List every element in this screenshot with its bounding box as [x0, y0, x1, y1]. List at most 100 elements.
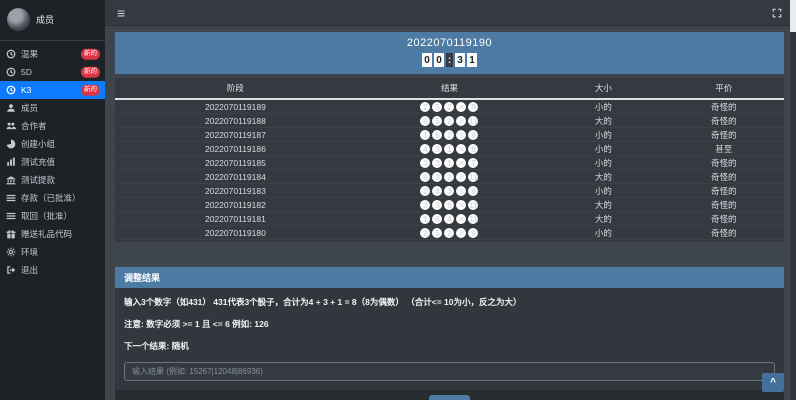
die: 3 — [420, 157, 431, 168]
parity-cell: 奇怪的 — [710, 171, 737, 182]
die: 4 — [432, 185, 443, 196]
sidebar-item-4[interactable]: 合作者 — [0, 117, 105, 135]
sidebar-item-10[interactable]: 赠送礼品代码 — [0, 225, 105, 243]
scroll-top-button[interactable]: ^ — [762, 373, 784, 392]
countdown-timer: 00:31 — [115, 53, 784, 67]
pie-icon — [6, 139, 16, 149]
user-name: 成员 — [36, 15, 55, 25]
panel-body: 输入3个数字（如431） 431代表3个骰子，合计为4 + 3 + 1 = 8（… — [115, 288, 784, 390]
sidebar-item-0[interactable]: 温果 新的 — [0, 45, 105, 63]
parity-cell: 奇怪的 — [710, 157, 737, 168]
result-dice: 6 3 2 = 11 — [356, 171, 543, 182]
sum-die: 11 — [468, 199, 479, 210]
die: 6 — [420, 171, 431, 182]
period-cell: 2022070119183 — [205, 185, 266, 196]
sum-die: 9 — [468, 227, 479, 238]
die: 5 — [432, 101, 443, 112]
avatar[interactable] — [7, 8, 30, 31]
sidebar-item-label: 合作者 — [21, 121, 47, 131]
parity-cell: 奇怪的 — [710, 129, 737, 140]
sidebar-item-label: 退出 — [21, 265, 39, 275]
clock-icon — [6, 49, 16, 59]
sum-die: 11 — [468, 171, 479, 182]
die: 3 — [432, 143, 443, 154]
sidebar-item-label: 测试提款 — [21, 175, 56, 185]
bank-icon — [6, 175, 16, 185]
sum-die: 9 — [468, 185, 479, 196]
menu-toggle-icon[interactable]: ≡ — [117, 6, 125, 20]
table-row: 2022070119186 4 3 1 = 8 小的 甚至 — [115, 142, 784, 156]
sidebar-item-6[interactable]: 测试充值 — [0, 153, 105, 171]
size-cell: 小的 — [594, 157, 612, 168]
table-row: 2022070119181 1 6 4 = 11 大的 奇怪的 — [115, 212, 784, 226]
sidebar-item-label: 环境 — [21, 247, 39, 257]
die: 1 — [444, 157, 455, 168]
die: 3 — [432, 199, 443, 210]
sidebar-item-11[interactable]: 环境 — [0, 243, 105, 261]
sidebar-item-1[interactable]: 5D 新的 — [0, 63, 105, 81]
die: 4 — [444, 213, 455, 224]
equals-die: = — [456, 213, 467, 224]
period-banner: 2022070119190 00:31 — [115, 32, 784, 74]
sidebar-item-12[interactable]: 退出 — [0, 261, 105, 279]
die: 2 — [420, 227, 431, 238]
sidebar-item-5[interactable]: 创建小组 — [0, 135, 105, 153]
user-panel: 成员 — [0, 0, 105, 41]
sidebar-item-label: 测试充值 — [21, 157, 56, 167]
die: 2 — [444, 129, 455, 140]
scrollbar-thumb[interactable] — [790, 0, 796, 32]
size-cell: 小的 — [594, 129, 612, 140]
instruction-line-1: 输入3个数字（如431） 431代表3个骰子，合计为4 + 3 + 1 = 8（… — [124, 297, 522, 307]
next-result-line: 下一个结果: 随机 — [124, 341, 189, 351]
die: 2 — [444, 115, 455, 126]
sidebar-item-9[interactable]: 取回（批准） — [0, 207, 105, 225]
top-navbar: ≡ — [105, 0, 796, 26]
equals-die: = — [456, 199, 467, 210]
parity-cell: 奇怪的 — [710, 227, 737, 238]
size-cell: 小的 — [594, 143, 612, 154]
user-icon — [6, 103, 16, 113]
result-input[interactable] — [124, 362, 775, 381]
sidebar-item-label: 温果 — [21, 49, 39, 59]
save-button[interactable]: 保存 — [428, 395, 470, 400]
period-cell: 2022070119189 — [205, 101, 266, 112]
column-header: 平价 — [715, 83, 733, 93]
sum-die: 11 — [468, 213, 479, 224]
sidebar-item-label: 5D — [21, 67, 32, 77]
fullscreen-icon[interactable] — [772, 8, 782, 18]
result-dice: 2 5 2 = 9 — [356, 227, 543, 238]
size-cell: 大的 — [594, 171, 612, 182]
countdown-colon: : — [446, 53, 453, 67]
table-row: 2022070119180 2 5 2 = 9 小的 奇怪的 — [115, 226, 784, 240]
equals-die: = — [456, 157, 467, 168]
size-cell: 小的 — [594, 185, 612, 196]
panel-footer: 保存 — [115, 390, 784, 400]
table-row: 2022070119185 3 3 1 = 7 小的 奇怪的 — [115, 156, 784, 170]
gift-icon — [6, 229, 16, 239]
parity-cell: 奇怪的 — [710, 185, 737, 196]
sidebar-item-3[interactable]: 成员 — [0, 99, 105, 117]
die: 1 — [420, 129, 431, 140]
equals-die: = — [456, 101, 467, 112]
sidebar: 成员 温果 新的 5D 新的 K3 新的 成员 合作者 创建小组 测试充值 测试提款 存款（已批准）取… — [0, 0, 105, 400]
countdown-digit: 0 — [434, 53, 444, 67]
chart-icon — [6, 157, 16, 167]
die: 5 — [444, 199, 455, 210]
table-header-row: 阶段 结果 大小 平价 — [115, 78, 784, 100]
die: 6 — [432, 213, 443, 224]
countdown-digit: 0 — [422, 53, 432, 67]
column-header: 结果 — [440, 83, 458, 93]
die: 5 — [432, 115, 443, 126]
die: 3 — [420, 199, 431, 210]
sum-die: 8 — [468, 143, 479, 154]
equals-die: = — [456, 227, 467, 238]
sidebar-item-8[interactable]: 存款（已批准） — [0, 189, 105, 207]
sidebar-item-7[interactable]: 测试提款 — [0, 171, 105, 189]
list-icon — [6, 193, 16, 203]
sidebar-item-2[interactable]: K3 新的 — [0, 81, 105, 99]
size-cell: 大的 — [594, 199, 612, 210]
countdown-digit: 3 — [455, 53, 465, 67]
size-cell: 大的 — [594, 115, 612, 126]
result-dice: 1 6 2 = 9 — [356, 129, 543, 140]
period-cell: 2022070119184 — [205, 171, 266, 182]
